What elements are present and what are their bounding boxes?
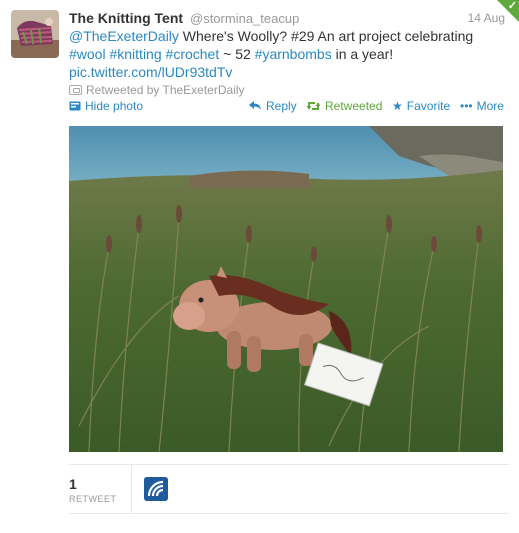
tweet-photo[interactable] — [69, 126, 503, 452]
reply-label: Reply — [266, 99, 297, 113]
hashtag-link[interactable]: #wool — [69, 46, 106, 62]
media-link[interactable]: pic.twitter.com/lUDr93tdTv — [69, 64, 232, 80]
stats-divider-bottom — [69, 513, 509, 514]
avatar[interactable] — [11, 10, 59, 58]
retweeted-by-text[interactable]: Retweeted by TheExeterDaily — [86, 83, 245, 97]
photo-icon — [69, 101, 81, 111]
more-button[interactable]: ••• More — [460, 99, 504, 113]
retweeted-by: Retweeted by TheExeterDaily — [69, 83, 245, 97]
account-username[interactable]: @stormina_teacup — [190, 11, 299, 26]
favorite-button[interactable]: ★ Favorite — [392, 99, 450, 113]
reply-arrow-icon — [249, 101, 261, 110]
tweet-actions: Hide photo Reply Retweeted ★ Favorite ••… — [69, 99, 509, 117]
reply-button[interactable]: Reply — [249, 99, 297, 113]
mention-link[interactable]: @TheExeterDaily — [69, 28, 179, 44]
retweet-icon — [306, 102, 321, 110]
tweet-timestamp[interactable]: 14 Aug — [468, 11, 505, 25]
tweet-header: The Knitting Tent @stormina_teacup 14 Au… — [69, 8, 505, 28]
account-fullname[interactable]: The Knitting Tent — [69, 10, 183, 26]
tweet-text: @TheExeterDaily Where's Woolly? #29 An a… — [69, 27, 505, 81]
hide-photo-label: Hide photo — [85, 99, 144, 113]
tweet-text-segment: in a year! — [331, 46, 394, 62]
retweeted-button[interactable]: Retweeted — [306, 99, 382, 113]
dots-icon: ••• — [460, 99, 473, 113]
retweeted-label: Retweeted — [325, 99, 383, 113]
retweet-corner-icon: ✓ — [507, 0, 517, 12]
hashtag-link[interactable]: #yarnbombs — [255, 46, 332, 62]
retweet-count[interactable]: 1 — [69, 476, 77, 492]
stats-separator — [131, 465, 132, 513]
favorite-label: Favorite — [406, 99, 451, 113]
tweet-stats: 1 RETWEET — [69, 465, 509, 513]
retweet-context-icon — [69, 85, 82, 95]
hashtag-link[interactable]: #crochet — [166, 46, 220, 62]
star-icon: ★ — [392, 99, 403, 113]
tweet-text-segment: ~ 52 — [219, 46, 255, 62]
hide-photo-button[interactable]: Hide photo — [69, 99, 143, 113]
more-label: More — [476, 99, 504, 113]
tweet-text-segment: Where's Woolly? #29 An art project celeb… — [178, 28, 474, 44]
retweet-count-label[interactable]: RETWEET — [69, 494, 117, 504]
hashtag-link[interactable]: #knitting — [109, 46, 161, 62]
retweeter-avatar[interactable] — [144, 477, 168, 501]
